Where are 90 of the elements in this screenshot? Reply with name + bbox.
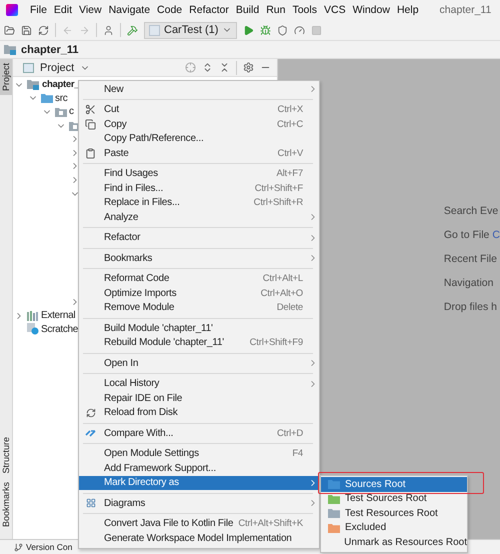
menu-item[interactable]: Run	[266, 4, 286, 16]
reload-icon	[86, 408, 96, 418]
run-icon[interactable]	[243, 24, 254, 36]
context-menu-item[interactable]: Diagrams	[79, 496, 319, 510]
module-folder-icon	[4, 44, 17, 55]
context-menu-item[interactable]: Build Module 'chapter_11'	[79, 321, 319, 336]
context-menu-item[interactable]: Add Framework Support...	[79, 461, 319, 476]
context-menu-item[interactable]: Generate Workspace Model Implementation	[79, 531, 319, 546]
tool-window-tab[interactable]: Project	[0, 59, 12, 96]
library-icon	[27, 310, 39, 321]
context-menu-item[interactable]: Reload from Disk	[79, 406, 319, 420]
menu-item[interactable]: Code	[157, 4, 182, 16]
shield-icon[interactable]	[277, 24, 288, 36]
config-icon	[149, 24, 160, 36]
module-folder-icon	[27, 79, 40, 90]
package-folder-icon	[55, 106, 67, 117]
context-menu-item[interactable]: Replace in Files... Ctrl+Shift+R	[79, 196, 319, 210]
menu-item[interactable]: Navigate	[108, 4, 150, 16]
app-logo-icon	[6, 4, 18, 16]
copy-icon	[85, 118, 96, 130]
folder-icon	[41, 93, 53, 104]
context-menu-item[interactable]: Mark Directory as	[79, 476, 319, 490]
context-menu-item[interactable]: Compare With... Ctrl+D	[79, 426, 319, 440]
editor-hint: Recent File	[444, 253, 497, 265]
branch-icon	[14, 542, 23, 552]
run-config-dropdown[interactable]: CarTest (1)	[144, 22, 238, 38]
tree-item[interactable]: External	[41, 310, 76, 322]
context-menu-item[interactable]: Local History	[79, 376, 319, 391]
menu-item[interactable]: VCS	[324, 4, 346, 16]
context-menu-item[interactable]: Refactor	[79, 230, 319, 245]
context-menu-item[interactable]: Open In	[79, 356, 319, 370]
breadcrumb[interactable]: chapter_11	[21, 44, 78, 56]
context-menu-item[interactable]: New	[79, 82, 319, 96]
submenu-item[interactable]: Test Sources Root	[321, 492, 467, 506]
bug-icon[interactable]	[260, 24, 272, 36]
user-icon[interactable]	[103, 24, 114, 36]
context-menu-item[interactable]: Copy Path/Reference...	[79, 132, 319, 146]
shortcut-hint: C	[492, 229, 500, 241]
menu-item[interactable]: Help	[396, 4, 419, 16]
context-menu-item[interactable]: Remove Module Delete	[79, 300, 319, 315]
sync-icon[interactable]	[38, 24, 49, 36]
context-menu-item[interactable]: Paste Ctrl+V	[79, 146, 319, 160]
compare-icon	[85, 428, 96, 439]
context-menu-item[interactable]: Find in Files... Ctrl+Shift+F	[79, 181, 319, 196]
tree-item[interactable]: chapter_	[42, 79, 80, 90]
editor-hint: Go to File	[444, 229, 490, 241]
submenu-item[interactable]: Sources Root	[321, 477, 467, 492]
hammer-icon[interactable]	[127, 24, 138, 36]
context-menu-item[interactable]: Rebuild Module 'chapter_11' Ctrl+Shift+F9	[79, 336, 319, 350]
tree-item[interactable]: src	[55, 92, 68, 104]
scissors-icon	[85, 104, 96, 116]
tool-window-tab[interactable]: Bookmarks	[0, 478, 12, 531]
menu-item[interactable]: Tools	[292, 4, 317, 16]
editor-hint: Drop files h	[444, 301, 497, 313]
menu-item[interactable]: Refactor	[189, 4, 229, 16]
menu-item[interactable]: Build	[236, 4, 260, 16]
context-menu-item[interactable]: Convert Java File to Kotlin File Ctrl+Alt+Shift+K	[79, 516, 319, 531]
context-menu-item[interactable]: Find Usages Alt+F7	[79, 166, 319, 181]
clipboard-icon	[85, 148, 96, 159]
menu-item[interactable]: View	[79, 4, 102, 16]
context-menu-item[interactable]: Cut Ctrl+X	[79, 102, 319, 117]
panel-title[interactable]: Project	[40, 62, 74, 74]
menu-item[interactable]: Edit	[54, 4, 72, 16]
menu-item[interactable]: File	[30, 4, 47, 16]
tree-item[interactable]: c	[69, 106, 74, 118]
context-menu-item[interactable]: Repair IDE on File	[79, 391, 319, 406]
window-title: chapter_11	[440, 4, 492, 16]
editor-hint: Navigation	[444, 277, 494, 289]
tool-window-tab[interactable]: Structure	[0, 433, 12, 478]
submenu-item[interactable]: Unmark as Resources Root	[321, 535, 467, 550]
window-icon	[23, 62, 34, 72]
context-menu-item[interactable]: Optimize Imports Ctrl+Alt+O	[79, 286, 319, 300]
folder-icon[interactable]	[4, 24, 15, 36]
context-menu-item[interactable]: Reformat Code Ctrl+Alt+L	[79, 272, 319, 286]
gauge-icon[interactable]	[294, 24, 306, 36]
menu-item[interactable]: Window	[352, 4, 390, 16]
tree-item[interactable]: Scratche	[41, 324, 78, 335]
context-menu-item[interactable]: Analyze	[79, 210, 319, 224]
status-tab[interactable]: Version Con	[26, 542, 72, 552]
settings-icon[interactable]	[242, 62, 254, 73]
context-menu-item[interactable]: Bookmarks	[79, 251, 319, 266]
scratch-file-icon	[27, 323, 39, 336]
crosshair-icon[interactable]	[184, 62, 196, 73]
diagram-icon	[86, 498, 96, 508]
submenu-item[interactable]: Excluded	[321, 520, 467, 535]
context-menu-item[interactable]: Open Module Settings F4	[79, 446, 319, 461]
editor-hint: Search Eve	[444, 205, 498, 217]
save-icon[interactable]	[21, 24, 32, 36]
context-menu-item[interactable]: Copy Ctrl+C	[79, 117, 319, 132]
submenu-item[interactable]: Test Resources Root	[321, 506, 467, 520]
